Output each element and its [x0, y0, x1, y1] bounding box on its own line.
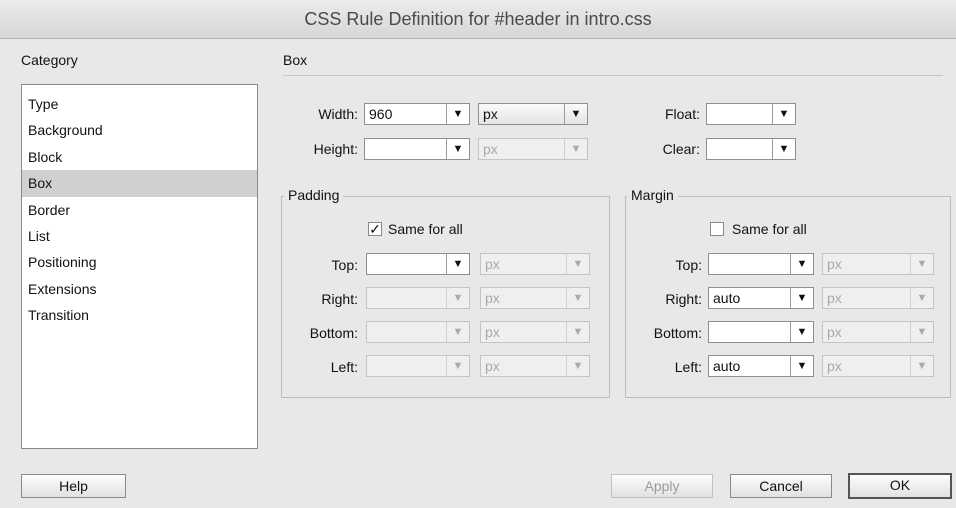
- margin-top-label: Top:: [675, 257, 702, 273]
- dropdown-arrow-icon: ▼: [564, 139, 587, 159]
- padding-bottom-select: ▼: [366, 321, 470, 343]
- dropdown-arrow-icon: ▼: [446, 104, 469, 124]
- margin-same-label: Same for all: [732, 221, 807, 237]
- dropdown-arrow-icon: ▼: [790, 288, 813, 308]
- height-unit-select: px ▼: [478, 138, 588, 160]
- width-value: 960: [369, 106, 393, 122]
- padding-top-unit-select: px ▼: [480, 253, 590, 275]
- ok-button[interactable]: OK: [848, 473, 952, 499]
- padding-left-select: ▼: [366, 355, 470, 377]
- category-item-positioning[interactable]: Positioning: [22, 249, 257, 275]
- width-unit-select[interactable]: px ▼: [478, 103, 588, 125]
- apply-button: Apply: [611, 474, 713, 498]
- dropdown-arrow-icon: ▼: [790, 356, 813, 376]
- margin-left-value: auto: [713, 358, 741, 374]
- float-select[interactable]: ▼: [706, 103, 796, 125]
- height-unit-value: px: [483, 141, 498, 157]
- padding-left-label: Left:: [330, 359, 358, 375]
- dropdown-arrow-icon: ▼: [566, 288, 589, 308]
- dropdown-arrow-icon: ▼: [446, 288, 469, 308]
- padding-right-unit-value: px: [485, 290, 500, 306]
- dropdown-arrow-icon: ▼: [566, 322, 589, 342]
- margin-right-select[interactable]: auto ▼: [708, 287, 814, 309]
- margin-left-label: Left:: [674, 359, 702, 375]
- margin-bottom-unit-select: px ▼: [822, 321, 934, 343]
- padding-same-checkbox[interactable]: ✓: [368, 222, 382, 236]
- dropdown-arrow-icon: ▼: [566, 254, 589, 274]
- category-item-box[interactable]: Box: [22, 170, 257, 197]
- clear-label: Clear:: [662, 141, 700, 157]
- dropdown-arrow-icon: ▼: [564, 104, 587, 124]
- padding-left-unit-select: px ▼: [480, 355, 590, 377]
- width-label: Width:: [318, 106, 358, 122]
- check-mark-icon: ✓: [369, 221, 381, 237]
- margin-right-value: auto: [713, 290, 741, 306]
- dropdown-arrow-icon: ▼: [566, 356, 589, 376]
- category-item-block[interactable]: Block: [22, 144, 257, 170]
- margin-top-unit-value: px: [827, 256, 842, 272]
- padding-top-unit-value: px: [485, 256, 500, 272]
- category-item-transition[interactable]: Transition: [22, 302, 257, 328]
- height-select[interactable]: ▼: [364, 138, 470, 160]
- margin-same-checkbox[interactable]: [710, 222, 724, 236]
- margin-bottom-label: Bottom:: [653, 325, 702, 341]
- height-label: Height:: [313, 141, 358, 157]
- margin-left-select[interactable]: auto ▼: [708, 355, 814, 377]
- padding-right-unit-select: px ▼: [480, 287, 590, 309]
- category-item-border[interactable]: Border: [22, 197, 257, 223]
- margin-top-unit-select: px ▼: [822, 253, 934, 275]
- width-select[interactable]: 960 ▼: [364, 103, 470, 125]
- dropdown-arrow-icon: ▼: [446, 139, 469, 159]
- help-button[interactable]: Help: [21, 474, 126, 498]
- clear-select[interactable]: ▼: [706, 138, 796, 160]
- dropdown-arrow-icon: ▼: [446, 254, 469, 274]
- padding-top-label: Top:: [331, 257, 358, 273]
- margin-left-unit-value: px: [827, 358, 842, 374]
- padding-bottom-label: Bottom:: [309, 325, 358, 341]
- dropdown-arrow-icon: ▼: [446, 322, 469, 342]
- dropdown-arrow-icon: ▼: [772, 104, 795, 124]
- padding-top-select[interactable]: ▼: [366, 253, 470, 275]
- padding-bottom-unit-value: px: [485, 324, 500, 340]
- dropdown-arrow-icon: ▼: [910, 322, 933, 342]
- margin-bottom-select[interactable]: ▼: [708, 321, 814, 343]
- dropdown-arrow-icon: ▼: [910, 254, 933, 274]
- margin-right-unit-value: px: [827, 290, 842, 306]
- dropdown-arrow-icon: ▼: [772, 139, 795, 159]
- category-heading: Category: [21, 52, 78, 68]
- float-label: Float:: [664, 106, 700, 122]
- margin-left-unit-select: px ▼: [822, 355, 934, 377]
- category-item-list[interactable]: List: [22, 223, 257, 249]
- section-heading: Box: [283, 52, 308, 68]
- dialog-title: CSS Rule Definition for #header in intro…: [0, 0, 956, 39]
- dropdown-arrow-icon: ▼: [790, 254, 813, 274]
- cancel-button[interactable]: Cancel: [730, 474, 832, 498]
- margin-legend: Margin: [627, 187, 678, 203]
- padding-legend: Padding: [284, 187, 344, 203]
- dropdown-arrow-icon: ▼: [910, 356, 933, 376]
- category-item-type[interactable]: Type: [22, 91, 257, 117]
- margin-bottom-unit-value: px: [827, 324, 842, 340]
- category-item-background[interactable]: Background: [22, 117, 257, 143]
- padding-bottom-unit-select: px ▼: [480, 321, 590, 343]
- padding-right-label: Right:: [321, 291, 358, 307]
- category-item-extensions[interactable]: Extensions: [22, 276, 257, 302]
- padding-same-label: Same for all: [388, 221, 463, 237]
- width-unit-value: px: [483, 106, 498, 122]
- dropdown-arrow-icon: ▼: [446, 356, 469, 376]
- section-divider: [283, 75, 943, 76]
- dropdown-arrow-icon: ▼: [910, 288, 933, 308]
- margin-right-label: Right:: [665, 291, 702, 307]
- category-list[interactable]: Type Background Block Box Border List Po…: [21, 84, 258, 449]
- padding-left-unit-value: px: [485, 358, 500, 374]
- margin-right-unit-select: px ▼: [822, 287, 934, 309]
- dropdown-arrow-icon: ▼: [790, 322, 813, 342]
- padding-right-select: ▼: [366, 287, 470, 309]
- margin-top-select[interactable]: ▼: [708, 253, 814, 275]
